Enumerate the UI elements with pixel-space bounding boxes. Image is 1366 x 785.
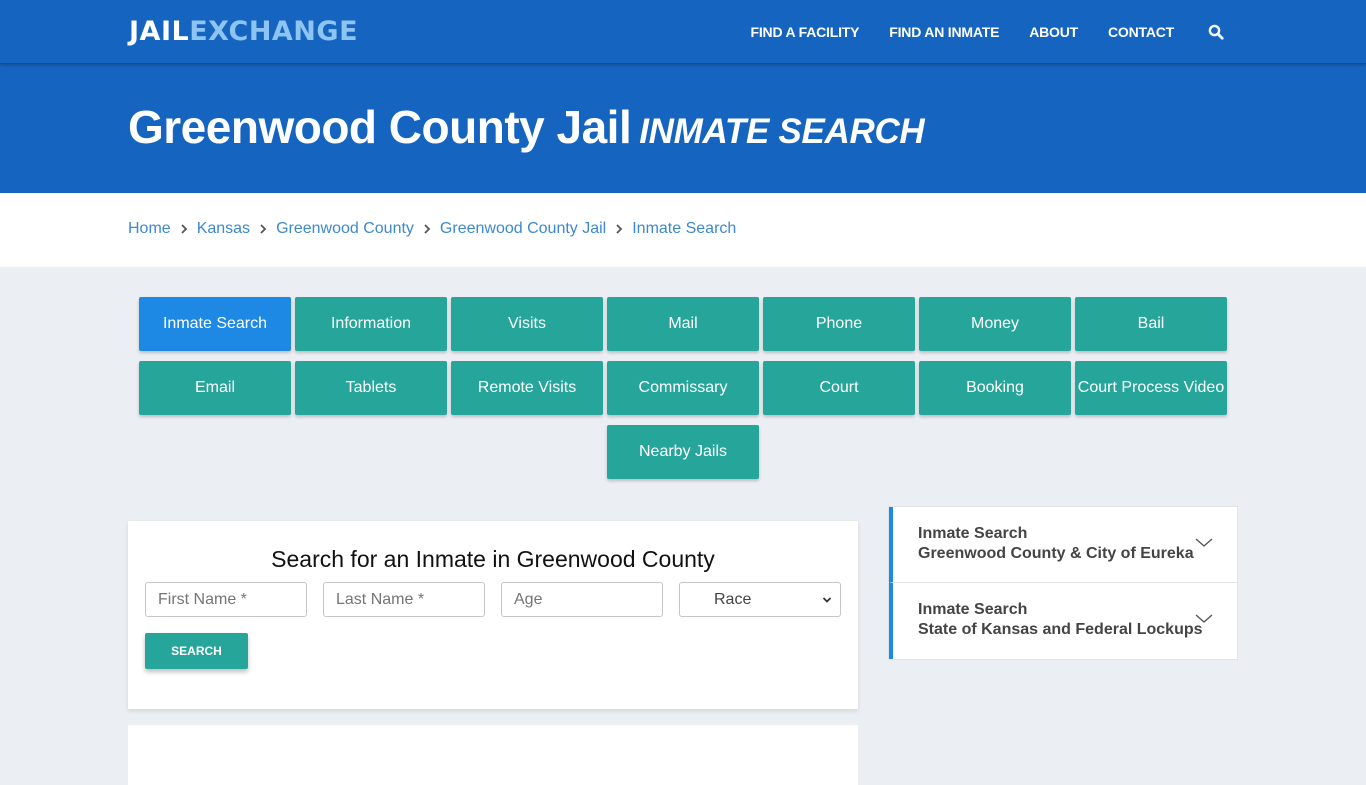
sidebar-accordion: Inmate Search Greenwood County & City of… xyxy=(888,506,1238,660)
accordion-title: Inmate Search xyxy=(918,525,1028,542)
search-button[interactable]: SEARCH xyxy=(145,633,248,669)
chevron-down-icon xyxy=(1195,538,1213,547)
nav-contact[interactable]: CONTACT xyxy=(1108,24,1174,40)
content-card xyxy=(128,725,858,785)
accordion-subtitle: State of Kansas and Federal Lockups xyxy=(918,621,1203,638)
tile-visits[interactable]: Visits xyxy=(451,297,603,351)
tile-information[interactable]: Information xyxy=(295,297,447,351)
tile-nearby-jails[interactable]: Nearby Jails xyxy=(607,425,759,479)
nav-about[interactable]: ABOUT xyxy=(1029,24,1078,40)
accordion-subtitle: Greenwood County & City of Eureka xyxy=(918,545,1194,562)
breadcrumb: Home Kansas Greenwood County Greenwood C… xyxy=(0,193,1366,267)
tile-booking[interactable]: Booking xyxy=(919,361,1071,415)
last-name-input[interactable]: Last Name * xyxy=(323,582,485,617)
tile-bail[interactable]: Bail xyxy=(1075,297,1227,351)
chevron-right-icon xyxy=(181,224,187,234)
site-logo[interactable]: JAILEXCHANGE xyxy=(129,16,358,47)
first-name-input[interactable]: First Name * xyxy=(145,582,307,617)
page-title-main: Greenwood County Jail xyxy=(128,101,632,153)
search-form-title: Search for an Inmate in Greenwood County xyxy=(271,546,715,572)
breadcrumb-kansas[interactable]: Kansas xyxy=(197,220,250,238)
nav-find-inmate[interactable]: FIND AN INMATE xyxy=(889,24,999,40)
logo-text-jail: JAIL xyxy=(129,16,190,47)
page-title-sub: INMATE SEARCH xyxy=(639,112,925,151)
accordion-item-county-search[interactable]: Inmate Search Greenwood County & City of… xyxy=(889,507,1237,583)
tile-mail[interactable]: Mail xyxy=(607,297,759,351)
chevron-right-icon xyxy=(616,224,623,234)
chevron-down-icon xyxy=(1195,614,1213,623)
tile-court-process-video[interactable]: Court Process Video xyxy=(1075,361,1227,415)
tile-court[interactable]: Court xyxy=(763,361,915,415)
tile-remote-visits[interactable]: Remote Visits xyxy=(451,361,603,415)
top-navbar: JAILEXCHANGE FIND A FACILITY FIND AN INM… xyxy=(0,0,1366,64)
breadcrumb-county[interactable]: Greenwood County xyxy=(276,220,414,238)
breadcrumb-inmate-search[interactable]: Inmate Search xyxy=(632,220,736,238)
accordion-item-state-search[interactable]: Inmate Search State of Kansas and Federa… xyxy=(889,583,1237,659)
logo-text-exchange: EXCHANGE xyxy=(189,16,359,47)
race-select[interactable]: Race xyxy=(679,582,841,617)
search-icon[interactable] xyxy=(1208,24,1224,40)
tile-tablets[interactable]: Tablets xyxy=(295,361,447,415)
breadcrumb-jail[interactable]: Greenwood County Jail xyxy=(440,220,606,238)
chevron-down-icon xyxy=(822,596,832,603)
tile-money[interactable]: Money xyxy=(919,297,1071,351)
tile-commissary[interactable]: Commissary xyxy=(607,361,759,415)
main-nav: FIND A FACILITY FIND AN INMATE ABOUT CON… xyxy=(721,0,1224,64)
inmate-search-card: Search for an Inmate in Greenwood County… xyxy=(128,521,858,709)
chevron-right-icon xyxy=(260,224,267,234)
tile-phone[interactable]: Phone xyxy=(763,297,915,351)
page-title: Greenwood County Jail INMATE SEARCH xyxy=(128,100,925,154)
chevron-right-icon xyxy=(424,224,431,234)
breadcrumb-home[interactable]: Home xyxy=(128,220,171,238)
accordion-title: Inmate Search xyxy=(918,601,1028,618)
age-input[interactable]: Age xyxy=(501,582,663,617)
tile-inmate-search[interactable]: Inmate Search xyxy=(139,297,291,351)
page-hero: Greenwood County Jail INMATE SEARCH xyxy=(0,64,1366,193)
race-select-value: Race xyxy=(714,590,752,608)
tile-email[interactable]: Email xyxy=(139,361,291,415)
nav-find-facility[interactable]: FIND A FACILITY xyxy=(751,24,860,40)
